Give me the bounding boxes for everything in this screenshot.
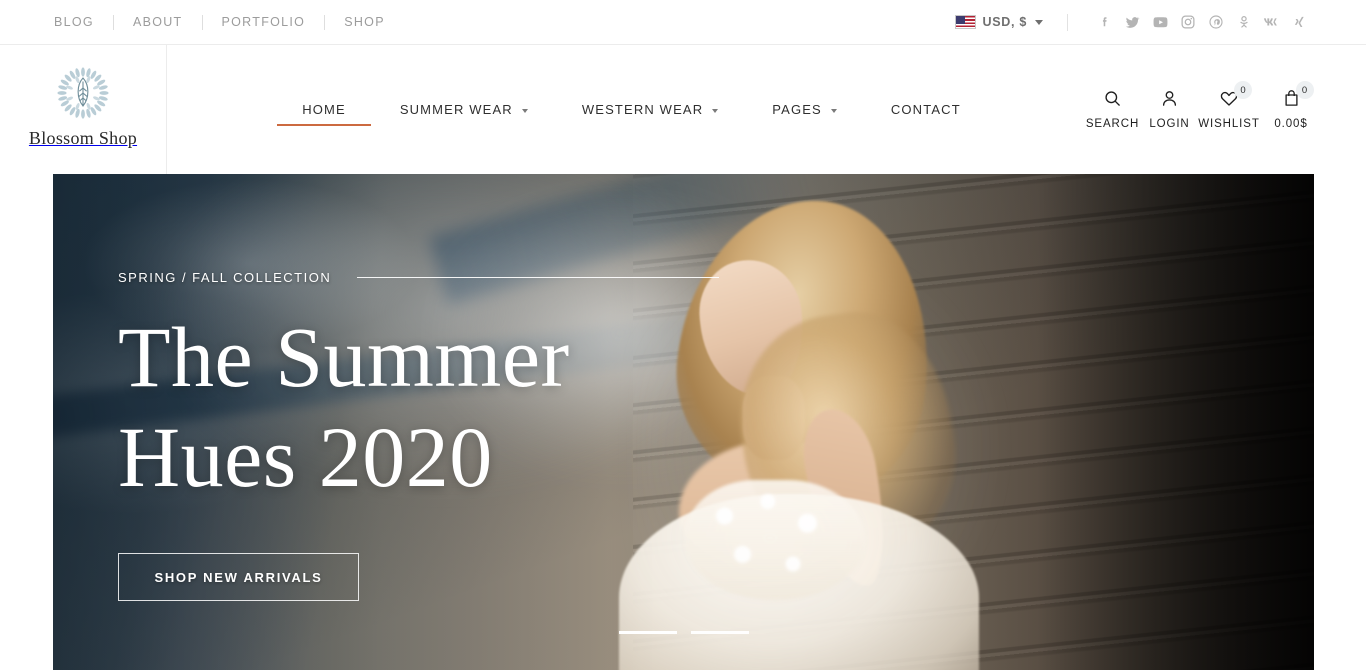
- nav-label: PAGES: [772, 102, 822, 117]
- user-icon: [1160, 87, 1179, 109]
- cart-count-badge: 0: [1295, 81, 1314, 99]
- divider: [1067, 13, 1068, 31]
- hero-content: SPRING / FALL COLLECTION The Summer Hues…: [118, 270, 720, 601]
- shopping-bag-icon: 0: [1282, 81, 1314, 109]
- slider-dot-2[interactable]: [690, 631, 749, 634]
- currency-label: USD, $: [982, 15, 1027, 29]
- wishlist-button[interactable]: 0 WISHLIST: [1198, 81, 1260, 130]
- facebook-icon[interactable]: [1090, 8, 1118, 36]
- odnoklassniki-icon[interactable]: [1230, 8, 1258, 36]
- login-button[interactable]: LOGIN: [1141, 87, 1198, 130]
- nav-item-summer-wear[interactable]: SUMMER WEAR: [373, 45, 555, 174]
- nav-item-pages[interactable]: PAGES: [745, 45, 864, 174]
- top-bar-right: USD, $: [954, 8, 1315, 36]
- cart-total-label: 0.00$: [1274, 118, 1308, 130]
- twitter-icon[interactable]: [1118, 8, 1146, 36]
- xing-icon[interactable]: [1286, 8, 1314, 36]
- chevron-down-icon: [521, 108, 528, 113]
- hero-eyebrow: SPRING / FALL COLLECTION: [118, 270, 332, 285]
- nav-label: CONTACT: [890, 102, 961, 117]
- chevron-down-icon: [712, 108, 719, 113]
- nav-item-western-wear[interactable]: WESTERN WEAR: [555, 45, 745, 174]
- heart-icon: 0: [1219, 81, 1252, 109]
- primary-navigation: HOME SUMMER WEAR WESTERN WEAR PAGES CONT…: [167, 45, 1084, 174]
- login-label: LOGIN: [1149, 118, 1190, 130]
- topbar-link-blog[interactable]: BLOG: [54, 15, 113, 29]
- vk-icon[interactable]: [1258, 8, 1286, 36]
- wishlist-count-badge: 0: [1234, 81, 1252, 99]
- pinterest-icon[interactable]: [1202, 8, 1230, 36]
- hero-title-line-1: The Summer: [118, 309, 570, 405]
- main-header: Blossom Shop HOME SUMMER WEAR WESTERN WE…: [0, 45, 1366, 174]
- nav-item-contact[interactable]: CONTACT: [864, 45, 988, 174]
- nav-label: WESTERN WEAR: [581, 102, 704, 117]
- logo-text: Blossom Shop: [28, 128, 138, 148]
- header-actions: SEARCH LOGIN 0 WISHLIST 0 0.00$: [1084, 45, 1366, 174]
- nav-label: SUMMER WEAR: [399, 102, 513, 117]
- topbar-link-portfolio[interactable]: PORTFOLIO: [203, 15, 325, 29]
- wishlist-label: WISHLIST: [1198, 118, 1260, 130]
- hero-slide: SPRING / FALL COLLECTION The Summer Hues…: [53, 174, 1314, 670]
- topbar-link-about[interactable]: ABOUT: [114, 15, 202, 29]
- nav-item-home[interactable]: HOME: [275, 45, 373, 174]
- blossom-leaf-logo-icon: [52, 66, 114, 124]
- top-bar: BLOG ABOUT PORTFOLIO SHOP USD, $: [0, 0, 1366, 45]
- hero-slider-pagination: [53, 631, 1314, 634]
- chevron-down-icon: [830, 108, 837, 113]
- currency-selector[interactable]: USD, $: [954, 15, 1043, 29]
- hero-eyebrow-rule: [357, 277, 720, 278]
- us-flag-icon: [954, 15, 976, 29]
- search-label: SEARCH: [1085, 118, 1140, 130]
- caret-down-icon: [1035, 19, 1043, 25]
- social-links: [1090, 8, 1314, 36]
- search-icon: [1103, 87, 1122, 109]
- hero-title: The Summer Hues 2020: [118, 307, 719, 507]
- top-bar-links: BLOG ABOUT PORTFOLIO SHOP: [54, 14, 404, 30]
- instagram-icon[interactable]: [1174, 8, 1202, 36]
- hero-section: SPRING / FALL COLLECTION The Summer Hues…: [0, 174, 1366, 670]
- site-logo[interactable]: Blossom Shop: [0, 45, 167, 174]
- shop-new-arrivals-button[interactable]: SHOP NEW ARRIVALS: [118, 553, 359, 601]
- slider-dot-1[interactable]: [618, 631, 677, 634]
- topbar-link-shop[interactable]: SHOP: [325, 15, 404, 29]
- youtube-icon[interactable]: [1146, 8, 1174, 36]
- nav-label: HOME: [302, 102, 346, 117]
- search-button[interactable]: SEARCH: [1084, 87, 1141, 130]
- cart-button[interactable]: 0 0.00$: [1260, 81, 1322, 130]
- hero-eyebrow-row: SPRING / FALL COLLECTION: [118, 270, 720, 285]
- hero-title-line-2: Hues 2020: [118, 409, 493, 505]
